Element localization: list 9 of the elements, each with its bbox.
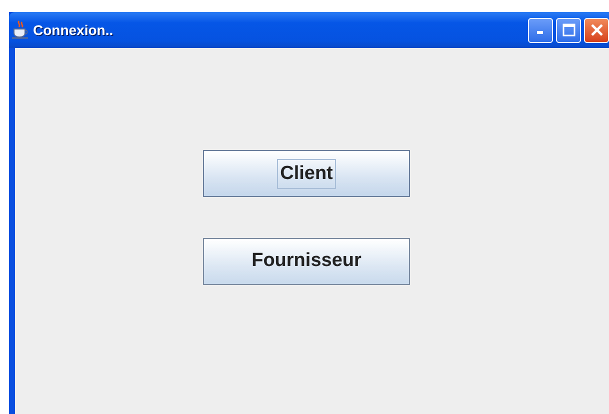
option-button[interactable]: Fournisseur xyxy=(203,238,410,285)
maximize-button[interactable] xyxy=(556,18,581,42)
maximize-icon xyxy=(562,23,576,37)
close-button[interactable] xyxy=(584,18,609,42)
window-title: Connexion.. xyxy=(33,20,114,40)
option-button[interactable]: Client xyxy=(203,150,410,197)
coffee-cup-icon xyxy=(11,20,29,40)
close-icon xyxy=(590,23,604,37)
minimize-button[interactable] xyxy=(528,18,553,42)
